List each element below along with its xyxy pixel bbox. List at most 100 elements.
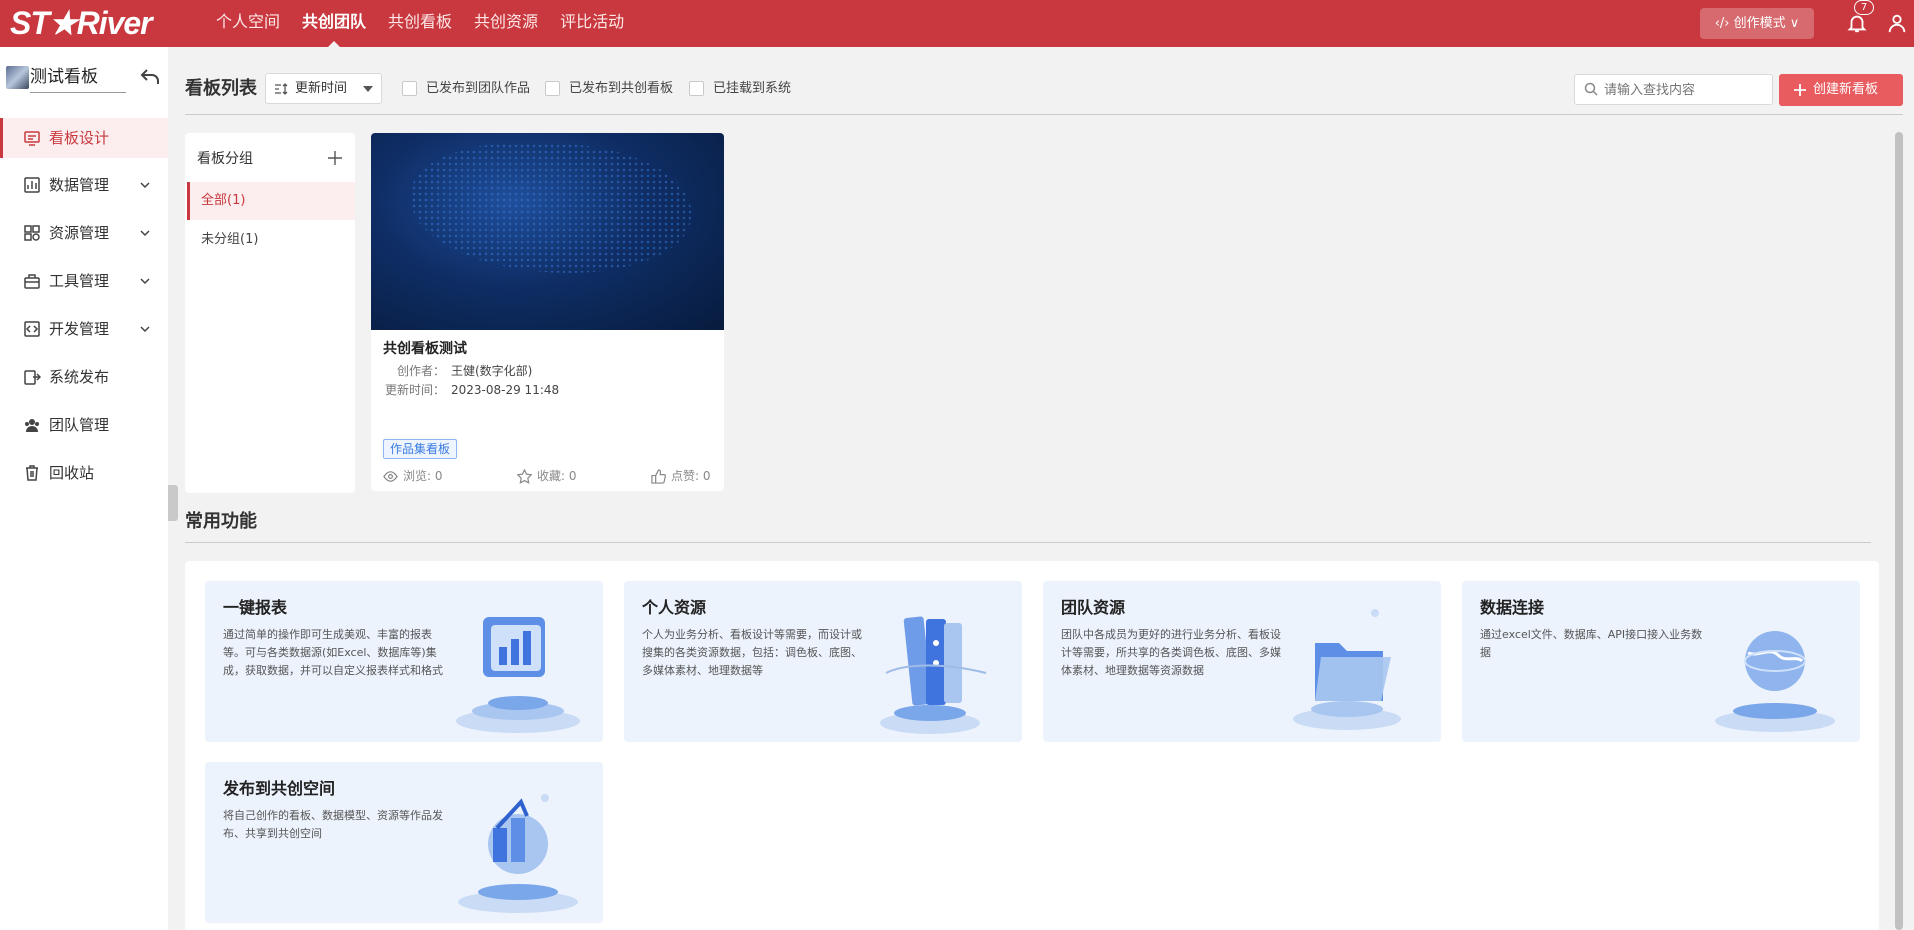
sidebar-item-label: 看板设计 xyxy=(49,129,110,147)
sidebar-item-development[interactable]: 开发管理 xyxy=(0,309,168,349)
sidebar: 测试看板 看板设计 数据管理 资源管理 工具管理 开发管理 系统发布 团队管理 … xyxy=(0,47,168,930)
views-count: 浏览: 0 xyxy=(383,467,443,485)
views-label: 浏览: 0 xyxy=(403,469,443,483)
globe-icon xyxy=(1715,631,1835,732)
likes-count[interactable]: 点赞: 0 xyxy=(651,467,711,485)
func-title: 一键报表 xyxy=(223,598,288,617)
sidebar-header: 测试看板 xyxy=(0,47,168,103)
bell-icon[interactable] xyxy=(1846,12,1868,34)
func-desc: 通过excel文件、数据库、API接口接入业务数据 xyxy=(1480,628,1703,659)
filter-published-cocreate[interactable]: 已发布到共创看板 xyxy=(545,80,673,98)
func-data-connection[interactable]: 数据连接 通过excel文件、数据库、API接口接入业务数据 xyxy=(1462,581,1860,742)
files-binder-icon xyxy=(880,616,987,734)
eye-icon xyxy=(383,471,398,482)
sidebar-item-label: 回收站 xyxy=(49,464,95,482)
sidebar-item-data[interactable]: 数据管理 xyxy=(0,165,168,205)
board-groups-panel: 看板分组 全部(1) 未分组(1) xyxy=(185,133,355,493)
sort-select[interactable]: 更新时间 xyxy=(265,73,382,104)
sort-select-value: 更新时间 xyxy=(295,81,348,96)
updated-label: 更新时间： xyxy=(384,383,445,397)
publish-upload-icon xyxy=(458,794,578,913)
sidebar-item-board-design[interactable]: 看板设计 xyxy=(0,118,168,158)
sidebar-collapse-handle[interactable] xyxy=(168,485,178,521)
divider xyxy=(185,114,1903,115)
sidebar-item-publish[interactable]: 系统发布 xyxy=(0,357,168,397)
common-functions-title: 常用功能 xyxy=(185,511,257,532)
chevron-down-icon xyxy=(140,230,150,237)
func-desc: 通过简单的操作即可生成美观、丰富的报表等。可与各类数据源(如Excel、数据库等… xyxy=(223,628,443,677)
nav-competition[interactable]: 评比活动 xyxy=(549,0,635,47)
sidebar-item-label: 资源管理 xyxy=(49,224,110,242)
sidebar-item-label: 团队管理 xyxy=(49,416,110,434)
chevron-down-icon xyxy=(140,326,150,333)
divider xyxy=(185,542,1871,543)
search-icon xyxy=(1584,82,1598,96)
dashboard-design-icon xyxy=(24,131,40,146)
favorites-label: 收藏: 0 xyxy=(537,469,577,483)
create-board-button[interactable]: 创建新看板 xyxy=(1779,74,1903,106)
checkbox[interactable] xyxy=(402,81,417,96)
create-board-label: 创建新看板 xyxy=(1813,82,1879,97)
func-desc: 将自己创作的看板、数据模型、资源等作品发布、共享到共创空间 xyxy=(223,809,443,840)
world-map-dots xyxy=(411,143,691,273)
checkbox[interactable] xyxy=(689,81,704,96)
plus-icon xyxy=(1794,84,1806,96)
top-bar: ST★River 个人空间 共创团队 共创看板 共创资源 评比活动 ‹/› 创作… xyxy=(0,0,1914,47)
func-team-resource[interactable]: 团队资源 团队中各成员为更好的进行业务分析、看板设计等需要，所共享的各类调色板、… xyxy=(1043,581,1441,742)
func-publish-cocreate[interactable]: 发布到共创空间 将自己创作的看板、数据模型、资源等作品发布、共享到共创空间 xyxy=(205,762,603,923)
common-functions-panel: 一键报表 通过简单的操作即可生成美观、丰富的报表等。可与各类数据源(如Excel… xyxy=(185,561,1879,930)
func-desc: 团队中各成员为更好的进行业务分析、看板设计等需要，所共享的各类调色板、底图、多媒… xyxy=(1061,628,1281,677)
func-quick-report[interactable]: 一键报表 通过简单的操作即可生成美观、丰富的报表等。可与各类数据源(如Excel… xyxy=(205,581,603,742)
board-thumbnail-image[interactable] xyxy=(371,133,724,330)
page-title: 看板列表 xyxy=(185,78,257,99)
board-tag: 作品集看板 xyxy=(383,439,458,459)
favorites-count[interactable]: 收藏: 0 xyxy=(517,467,577,485)
checkbox-label: 已发布到共创看板 xyxy=(569,81,674,96)
search-input[interactable] xyxy=(1574,74,1773,105)
group-item-ungrouped[interactable]: 未分组(1) xyxy=(187,221,355,259)
back-arrow-icon[interactable] xyxy=(140,68,160,86)
board-card-updated: 更新时间： 2023-08-29 11:48 xyxy=(383,381,559,398)
nav-personal-space[interactable]: 个人空间 xyxy=(205,0,291,47)
nav-cocreate-board[interactable]: 共创看板 xyxy=(377,0,463,47)
creator-label: 创作者： xyxy=(396,364,445,378)
sidebar-item-resource[interactable]: 资源管理 xyxy=(0,213,168,253)
sidebar-item-label: 工具管理 xyxy=(49,272,110,290)
filter-published-team[interactable]: 已发布到团队作品 xyxy=(402,80,530,98)
func-title: 发布到共创空间 xyxy=(223,779,336,798)
sidebar-item-label: 数据管理 xyxy=(49,176,110,194)
main-nav: 个人空间 共创团队 共创看板 共创资源 评比活动 xyxy=(205,0,635,47)
sort-icon xyxy=(275,83,288,95)
nav-cocreate-resource[interactable]: 共创资源 xyxy=(463,0,549,47)
thumbs-up-icon xyxy=(651,469,666,484)
creation-mode-button[interactable]: ‹/› 创作模式 ∨ xyxy=(1700,8,1814,39)
nav-cocreate-team[interactable]: 共创团队 xyxy=(291,0,377,47)
chevron-down-icon xyxy=(140,278,150,285)
sidebar-item-recycle-bin[interactable]: 回收站 xyxy=(0,453,168,493)
toolbox-icon xyxy=(24,274,40,289)
chevron-down-icon xyxy=(140,182,150,189)
checkbox[interactable] xyxy=(545,81,560,96)
func-desc: 个人为业务分析、看板设计等需要，而设计或搜集的各类资源数据，包括：调色板、底图、… xyxy=(642,628,862,677)
folder-icon xyxy=(1293,609,1401,730)
checkbox-label: 已挂载到系统 xyxy=(713,81,792,96)
board-card[interactable]: 共创看板测试 创作者： 王健(数字化部) 更新时间： 2023-08-29 11:4… xyxy=(371,133,724,491)
sidebar-item-tools[interactable]: 工具管理 xyxy=(0,261,168,301)
sidebar-item-label: 开发管理 xyxy=(49,320,110,338)
caret-down-icon xyxy=(363,86,373,92)
func-personal-resource[interactable]: 个人资源 个人为业务分析、看板设计等需要，而设计或搜集的各类资源数据，包括：调色… xyxy=(624,581,1022,742)
data-icon xyxy=(24,177,40,193)
user-icon[interactable] xyxy=(1886,12,1908,34)
star-icon xyxy=(517,469,532,484)
sidebar-item-team[interactable]: 团队管理 xyxy=(0,405,168,445)
scrollbar[interactable] xyxy=(1895,132,1903,930)
notification-badge: 7 xyxy=(1854,0,1874,15)
board-name: 测试看板 xyxy=(30,63,126,93)
logo[interactable]: ST★River xyxy=(10,5,153,41)
board-card-title: 共创看板测试 xyxy=(383,341,467,357)
group-item-all[interactable]: 全部(1) xyxy=(187,182,355,220)
groups-title: 看板分组 xyxy=(197,151,253,167)
filter-mounted-system[interactable]: 已挂载到系统 xyxy=(689,80,791,98)
add-group-icon[interactable] xyxy=(328,151,342,165)
likes-label: 点赞: 0 xyxy=(671,469,711,483)
